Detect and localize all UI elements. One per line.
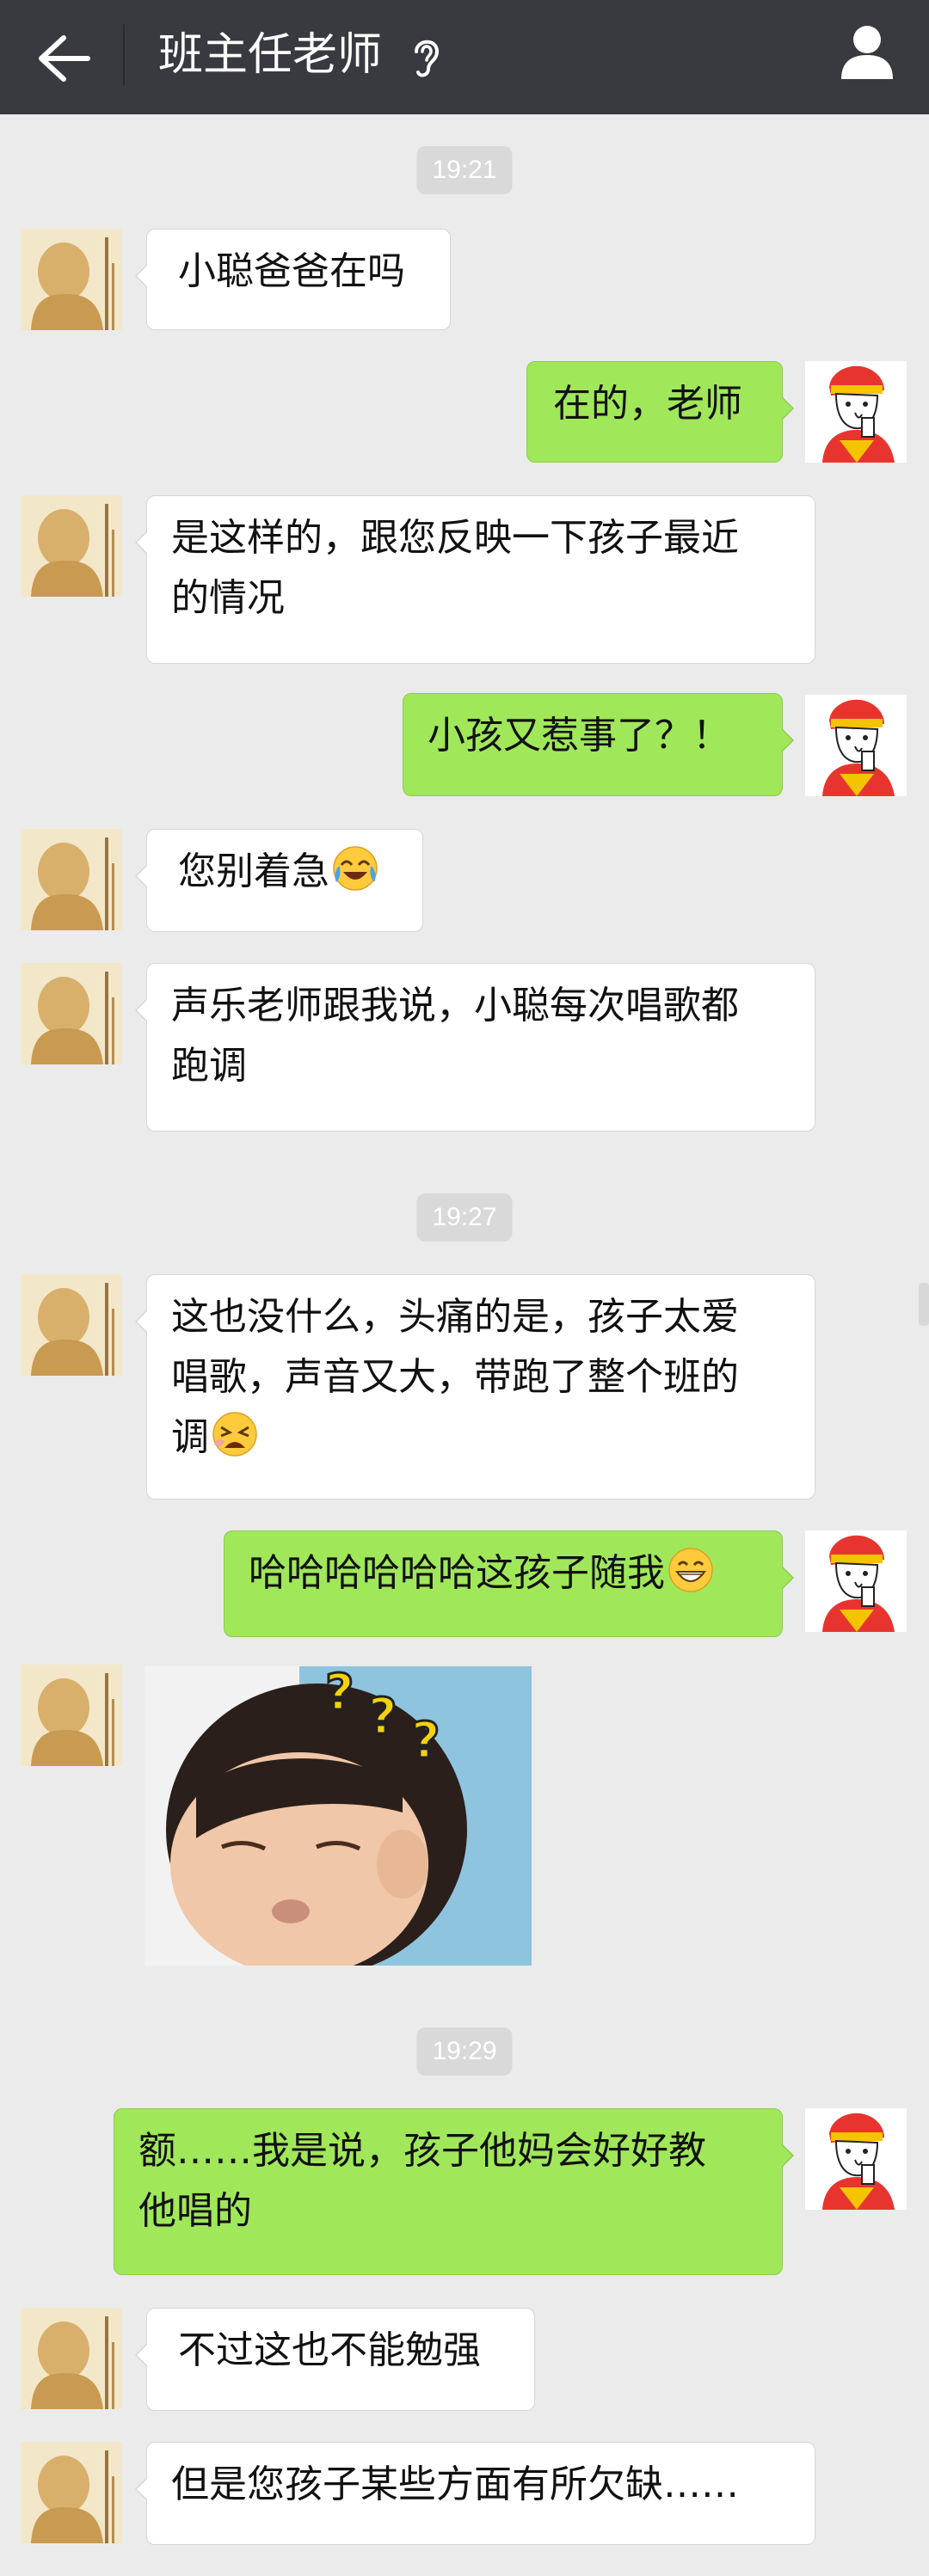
message-bubble-received[interactable]: 声乐老师跟我说，小聪每次唱歌都 跑调 <box>135 963 815 1132</box>
chat-title: 班主任老师 <box>158 29 383 81</box>
message-text: 小聪爸爸在吗 <box>178 249 405 293</box>
message-bubble-sent[interactable]: 额……我是说，孩子他妈会好好教 他唱的 <box>114 2108 794 2275</box>
message-text: 小孩又惹事了？！ <box>428 714 730 757</box>
confused-child-sticker[interactable]: ? ? ? <box>145 1666 532 1966</box>
svg-text:?: ? <box>325 1666 354 1721</box>
message-text: 您别着急 <box>178 849 329 893</box>
message-line: 他唱的 <box>138 2189 252 2233</box>
parent-avatar[interactable] <box>805 361 907 463</box>
timestamp: 19:29 <box>416 2027 513 2076</box>
teacher-avatar[interactable] <box>21 2308 122 2409</box>
back-arrow-icon[interactable] <box>34 33 95 84</box>
parent-avatar[interactable] <box>805 695 907 796</box>
tired-face-emoji-icon <box>211 1410 259 1458</box>
teacher-avatar[interactable] <box>21 829 122 930</box>
user-icon[interactable] <box>836 22 898 81</box>
message-text: 不过这也不能勉强 <box>178 2328 481 2372</box>
teacher-avatar[interactable] <box>21 2442 122 2543</box>
message-bubble-received[interactable]: 但是您孩子某些方面有所欠缺…… <box>135 2442 815 2545</box>
message-bubble-received[interactable]: 您别着急 <box>135 829 423 932</box>
message-bubble-sent[interactable]: 哈哈哈哈哈哈这孩子随我 <box>224 1530 794 1637</box>
message-bubble-received[interactable]: 是这样的，跟您反映一下孩子最近 的情况 <box>135 495 815 664</box>
parent-avatar[interactable] <box>805 2108 907 2210</box>
ear-icon[interactable] <box>409 34 444 79</box>
message-bubble-received[interactable]: 这也没什么，头痛的是，孩子太爱 唱歌，声音又大，带跑了整个班的 调 <box>135 1274 815 1500</box>
title-divider <box>123 24 125 86</box>
grinning-face-emoji-icon <box>667 1546 715 1594</box>
message-line: 唱歌，声音又大，带跑了整个班的 <box>171 1355 739 1399</box>
parent-avatar[interactable] <box>805 1530 907 1632</box>
teacher-avatar[interactable] <box>21 1665 122 1766</box>
teacher-avatar[interactable] <box>21 963 122 1064</box>
message-line: 额……我是说，孩子他妈会好好教 <box>138 2129 706 2173</box>
message-bubble-received[interactable]: 不过这也不能勉强 <box>135 2308 535 2411</box>
tears-of-joy-emoji-icon <box>331 844 379 892</box>
svg-text:?: ? <box>411 1711 440 1769</box>
message-text: 在的，老师 <box>553 382 742 426</box>
scrollbar[interactable] <box>919 1283 929 1326</box>
message-line: 的情况 <box>171 576 285 620</box>
message-bubble-sent[interactable]: 在的，老师 <box>526 361 794 463</box>
message-line: 是这样的，跟您反映一下孩子最近 <box>171 516 739 560</box>
message-line: 跑调 <box>171 1044 247 1088</box>
title-bar: 班主任老师 <box>0 0 929 114</box>
teacher-avatar[interactable] <box>21 495 122 597</box>
timestamp: 19:21 <box>416 146 513 194</box>
message-line: 这也没什么，头痛的是，孩子太爱 <box>171 1295 739 1339</box>
teacher-avatar[interactable] <box>21 229 122 330</box>
message-text: 但是您孩子某些方面有所欠缺…… <box>171 2463 739 2506</box>
timestamp: 19:27 <box>416 1193 513 1242</box>
message-line: 调 <box>171 1415 209 1459</box>
teacher-avatar[interactable] <box>21 1274 122 1376</box>
message-text: 哈哈哈哈哈哈这孩子随我 <box>249 1551 665 1595</box>
message-bubble-sent[interactable]: 小孩又惹事了？！ <box>403 693 794 796</box>
message-bubble-received[interactable]: 小聪爸爸在吗 <box>135 229 451 330</box>
message-line: 声乐老师跟我说，小聪每次唱歌都 <box>171 984 739 1027</box>
svg-text:?: ? <box>368 1687 397 1745</box>
